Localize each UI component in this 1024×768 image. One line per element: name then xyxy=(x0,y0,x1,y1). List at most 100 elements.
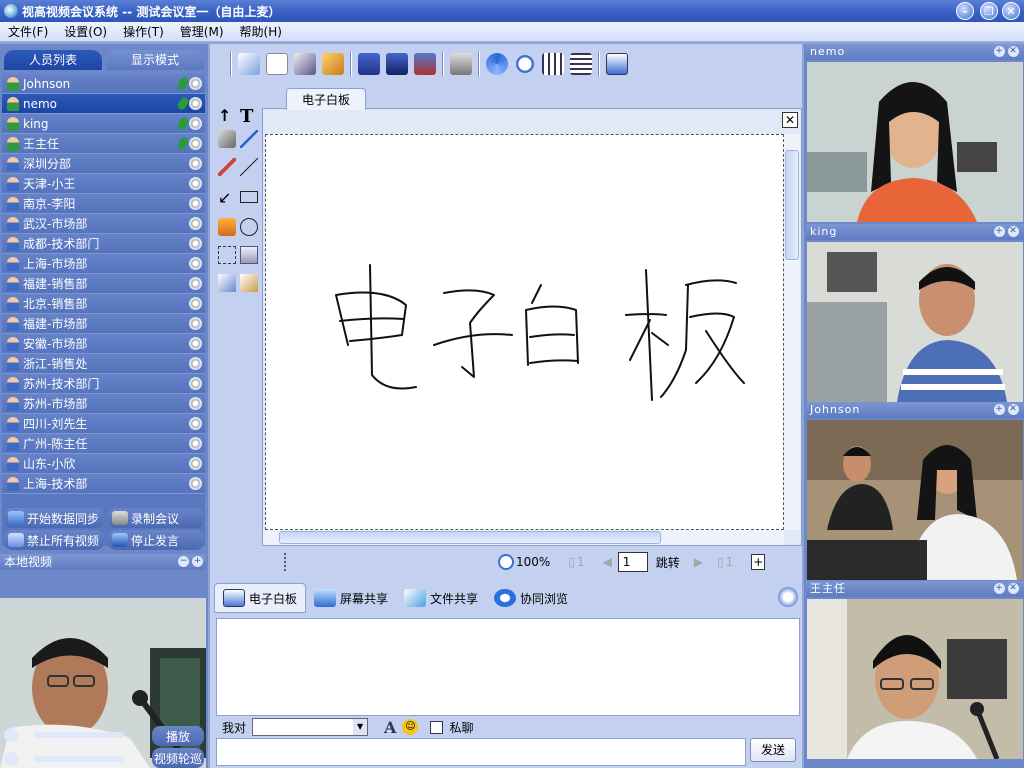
print-icon[interactable] xyxy=(450,53,472,75)
camera-icon[interactable] xyxy=(189,297,202,310)
camera-icon[interactable] xyxy=(189,277,202,290)
user-row[interactable]: 苏州-市场部 xyxy=(2,394,205,414)
tab-display-mode[interactable]: 显示模式 xyxy=(106,50,204,70)
record-meeting-button[interactable]: 录制会议 xyxy=(108,508,204,528)
speaker-volume-slider[interactable] xyxy=(34,732,124,738)
expand-icon[interactable]: + xyxy=(192,556,203,567)
insert-image-icon[interactable] xyxy=(218,274,236,292)
select-area-icon[interactable] xyxy=(218,246,236,264)
close-button[interactable]: ✕ xyxy=(1002,2,1020,20)
user-row[interactable]: king xyxy=(2,114,205,134)
arrow-tool-icon[interactable]: ↙ xyxy=(218,188,236,207)
microphone-icon[interactable] xyxy=(176,95,190,112)
user-row[interactable]: 深圳分部 xyxy=(2,154,205,174)
pointer-icon[interactable]: ↑ xyxy=(218,106,236,125)
vertical-scrollbar[interactable] xyxy=(784,134,800,530)
camera-icon[interactable] xyxy=(189,177,202,190)
user-row[interactable]: 福建-市场部 xyxy=(2,314,205,334)
close-icon[interactable]: ✕ xyxy=(1008,226,1019,237)
tab-whiteboard[interactable]: 电子白板 xyxy=(214,583,307,613)
maximize-icon[interactable]: + xyxy=(994,583,1005,594)
camera-icon[interactable] xyxy=(189,417,202,430)
user-row[interactable]: 武汉-市场部 xyxy=(2,214,205,234)
ellipse-icon[interactable] xyxy=(240,218,258,236)
stop-speaking-button[interactable]: 停止发言 xyxy=(108,530,204,550)
horizontal-scrollbar[interactable] xyxy=(263,530,784,545)
eraser-icon[interactable] xyxy=(218,130,236,148)
screen-icon[interactable] xyxy=(606,53,628,75)
page-input[interactable]: 1 xyxy=(617,552,648,572)
list-icon[interactable] xyxy=(570,53,592,75)
tab-co-browse[interactable]: 协同浏览 xyxy=(486,583,576,613)
camera-icon[interactable] xyxy=(189,317,202,330)
pen-icon[interactable] xyxy=(240,130,258,148)
camera-icon[interactable] xyxy=(189,477,202,490)
user-row[interactable]: 北京-销售部 xyxy=(2,294,205,314)
chat-recipient-select[interactable]: ▼ xyxy=(252,718,369,736)
user-row[interactable]: Johnson xyxy=(2,74,205,94)
prev-page-icon[interactable]: ◀ xyxy=(603,555,612,569)
save-as-icon[interactable] xyxy=(414,53,436,75)
new-whiteboard-icon[interactable] xyxy=(238,53,260,75)
speaker-icon[interactable] xyxy=(4,728,18,742)
user-row[interactable]: 天津-小王 xyxy=(2,174,205,194)
maximize-icon[interactable]: + xyxy=(994,404,1005,415)
camera-icon[interactable] xyxy=(189,457,202,470)
tab-screen-share[interactable]: 屏幕共享 xyxy=(306,583,396,613)
camera-icon[interactable] xyxy=(189,137,202,150)
send-button[interactable]: 发送 xyxy=(750,738,796,762)
user-row[interactable]: nemo xyxy=(2,94,205,114)
mic-volume-slider[interactable] xyxy=(34,756,124,762)
user-row[interactable]: 南京-李阳 xyxy=(2,194,205,214)
emoji-icon[interactable]: ☺ xyxy=(402,719,419,735)
save-icon[interactable] xyxy=(358,53,380,75)
edit-page-icon[interactable] xyxy=(294,53,316,75)
user-row[interactable]: 王主任 xyxy=(2,134,205,154)
camera-icon[interactable] xyxy=(189,77,202,90)
camera-icon[interactable] xyxy=(189,357,202,370)
close-icon[interactable]: ✕ xyxy=(1008,46,1019,57)
zoom-icon[interactable] xyxy=(514,53,536,75)
camera-icon[interactable] xyxy=(189,117,202,130)
user-row[interactable]: 浙江-销售处 xyxy=(2,354,205,374)
camera-icon[interactable] xyxy=(189,237,202,250)
whiteboard-canvas[interactable] xyxy=(265,134,784,530)
first-page-icon[interactable]: ▯ xyxy=(568,555,575,569)
close-icon[interactable]: ✕ xyxy=(1008,583,1019,594)
user-row[interactable]: 四川-刘先生 xyxy=(2,414,205,434)
camera-icon[interactable] xyxy=(189,157,202,170)
user-row[interactable]: 苏州-技术部门 xyxy=(2,374,205,394)
private-chat-checkbox[interactable] xyxy=(430,720,444,734)
horizontal-scroll-thumb[interactable] xyxy=(279,531,661,544)
close-icon[interactable]: ✕ xyxy=(1008,404,1019,415)
tab-file-share[interactable]: 文件共享 xyxy=(396,583,486,613)
maximize-icon[interactable]: + xyxy=(994,226,1005,237)
zoom-level-icon[interactable] xyxy=(498,554,514,570)
user-row[interactable]: 福建-销售部 xyxy=(2,274,205,294)
close-doc-icon[interactable]: ✕ xyxy=(782,112,798,128)
rectangle-icon[interactable] xyxy=(240,191,258,203)
user-row[interactable]: 广州-陈主任 xyxy=(2,434,205,454)
tab-user-list[interactable]: 人员列表 xyxy=(4,50,102,70)
menu-settings[interactable]: 设置(O) xyxy=(56,23,115,40)
microphone-icon[interactable] xyxy=(176,75,190,92)
clear-icon[interactable] xyxy=(240,274,258,292)
menu-operation[interactable]: 操作(T) xyxy=(115,23,172,40)
blank-page-icon[interactable] xyxy=(266,53,288,75)
screenshot-icon[interactable] xyxy=(240,246,258,264)
marker-icon[interactable] xyxy=(218,158,236,176)
minimize-button[interactable]: – xyxy=(956,2,974,20)
camera-icon[interactable] xyxy=(189,377,202,390)
save-all-icon[interactable] xyxy=(386,53,408,75)
fill-icon[interactable] xyxy=(218,218,236,236)
font-icon[interactable]: A xyxy=(384,718,396,737)
next-page-icon[interactable]: ▶ xyxy=(694,555,703,569)
add-page-icon[interactable]: + xyxy=(751,554,766,570)
menu-help[interactable]: 帮助(H) xyxy=(232,23,290,40)
goto-button[interactable]: 跳转 xyxy=(656,554,680,571)
restore-button[interactable]: ❐ xyxy=(980,2,998,20)
video-poll-button[interactable]: 视频轮巡 xyxy=(152,748,204,768)
disable-all-video-button[interactable]: 禁止所有视频 xyxy=(4,530,104,550)
chat-input[interactable] xyxy=(216,738,746,766)
camera-icon[interactable] xyxy=(189,337,202,350)
